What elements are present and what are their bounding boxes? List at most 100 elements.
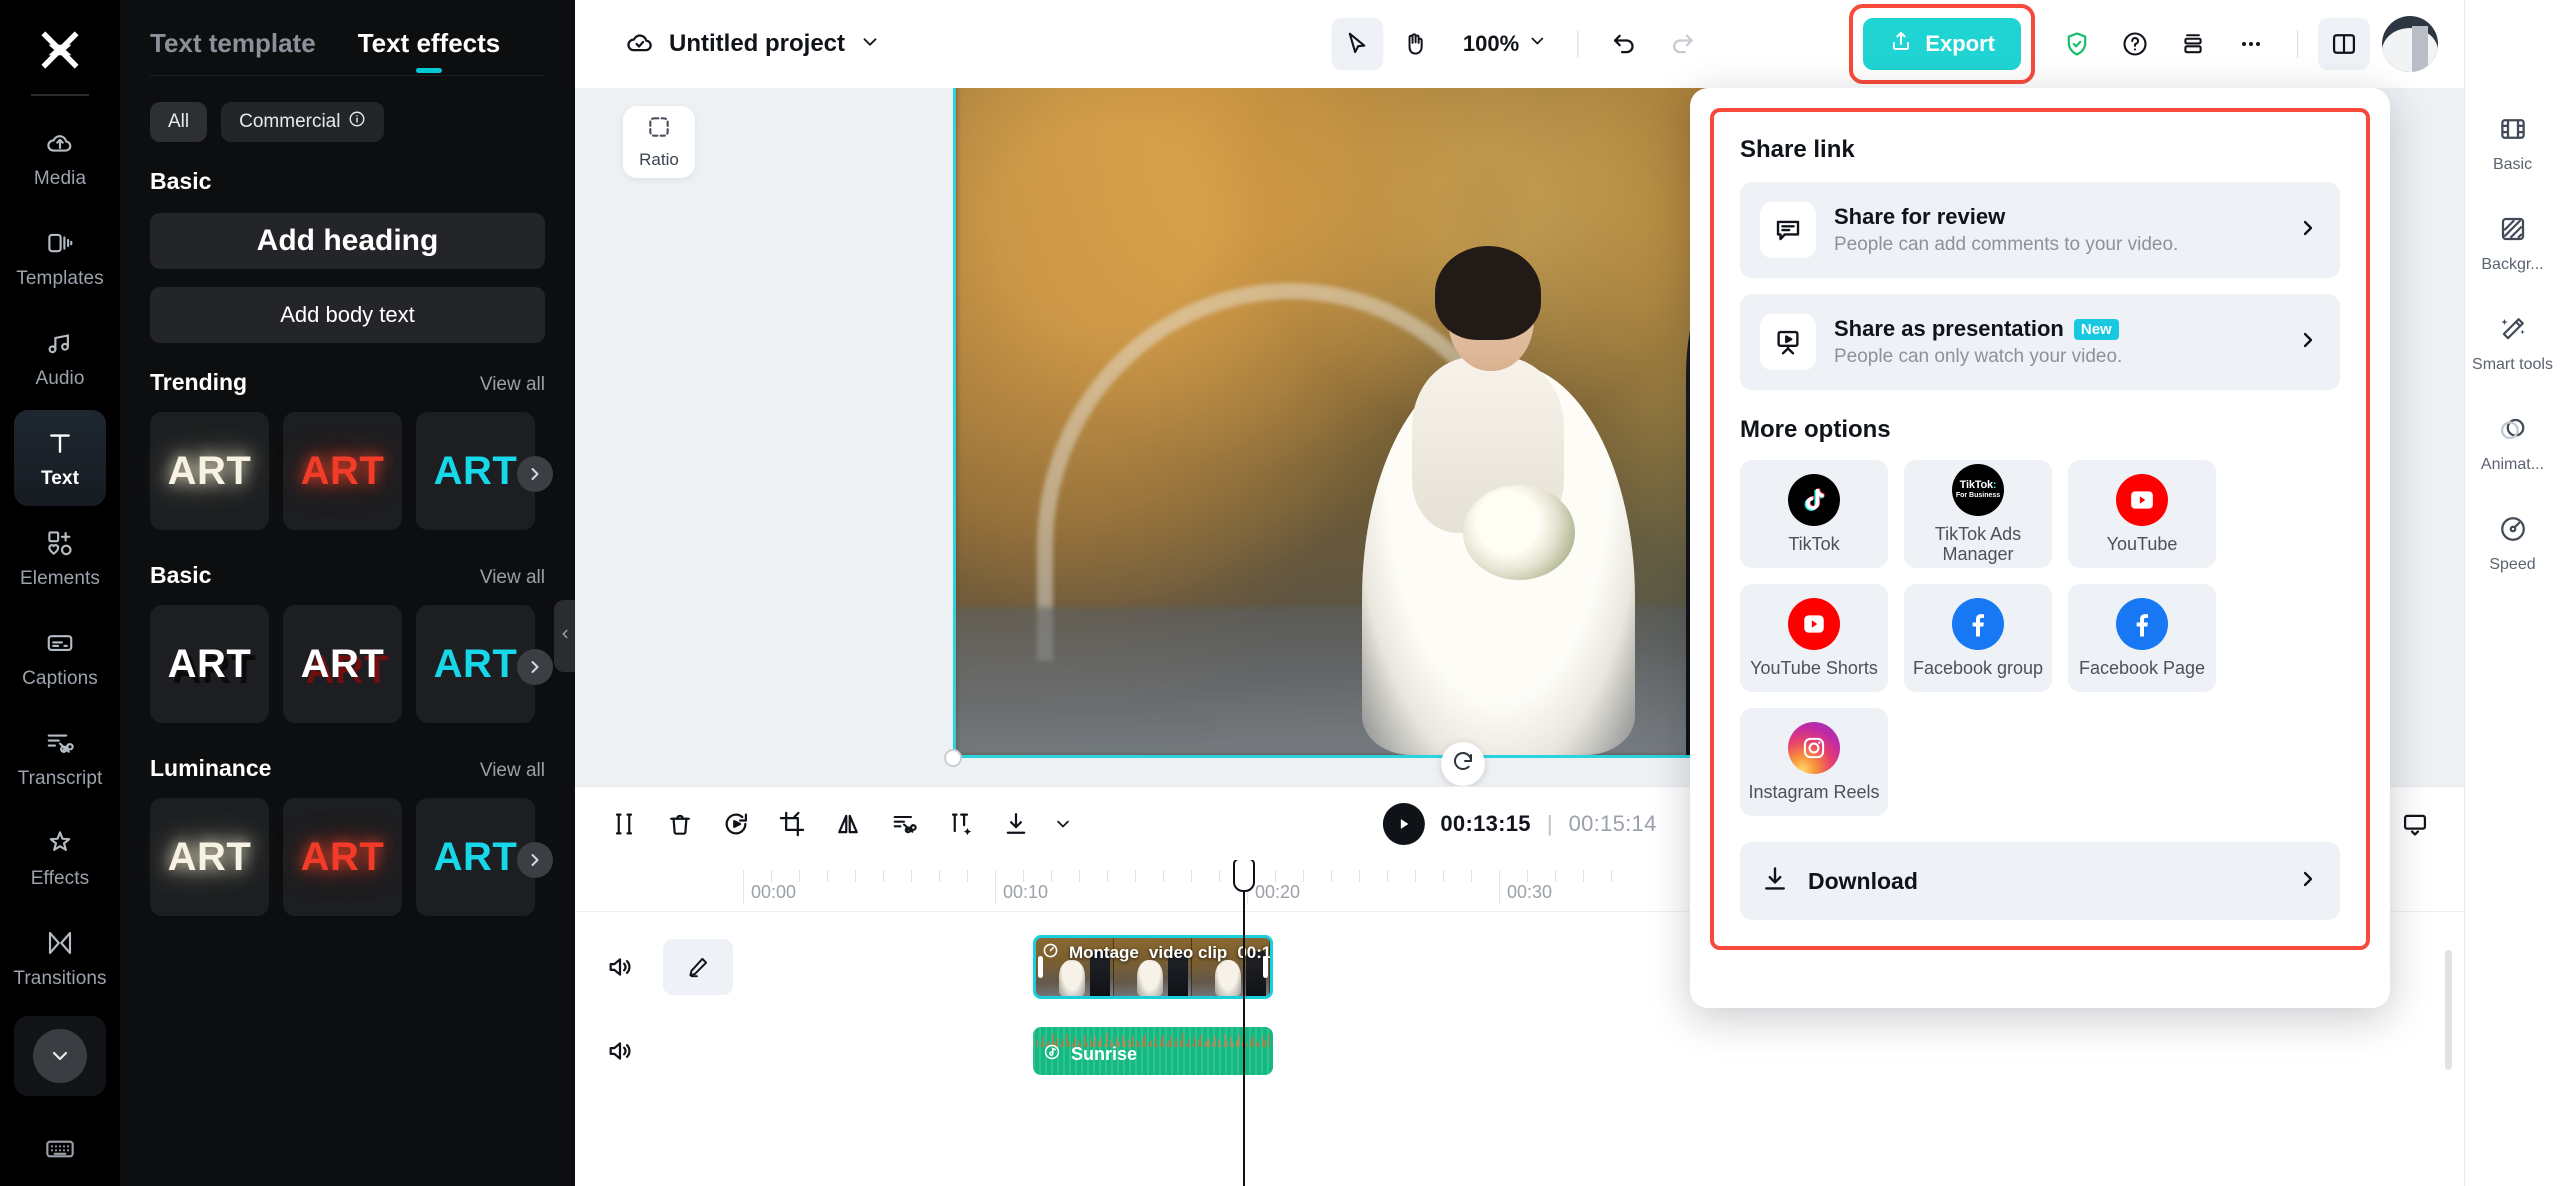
share-tile-instagram-reels[interactable]: Instagram Reels	[1740, 708, 1888, 816]
sidebar-more-button[interactable]	[14, 1016, 106, 1096]
chevron-down-icon	[859, 31, 881, 58]
share-tile-youtube[interactable]: YouTube	[2068, 460, 2216, 568]
speaker-icon[interactable]	[597, 953, 643, 981]
share-tile-facebook-group[interactable]: Facebook group	[1904, 584, 2052, 692]
resize-handle-bottom-left[interactable]	[944, 749, 962, 767]
delete-trash-icon[interactable]	[657, 801, 703, 847]
sidebar-item-captions[interactable]: Captions	[14, 610, 106, 706]
sidebar-item-audio[interactable]: Audio	[14, 310, 106, 406]
facebook-icon	[2116, 597, 2168, 650]
film-strip-icon	[2498, 114, 2528, 149]
chevron-right-icon[interactable]	[517, 456, 553, 492]
timeline-scrollbar[interactable]	[2445, 950, 2452, 1070]
right-tool-speed[interactable]: Speed	[2470, 496, 2556, 592]
share-as-presentation-row[interactable]: Share as presentation New People can onl…	[1740, 294, 2340, 390]
share-tiles-grid: TikTok TikTok: For Business TikTok Ads M…	[1740, 460, 2340, 816]
effect-card[interactable]: ART	[283, 798, 402, 916]
freeze-frame-icon[interactable]	[937, 801, 983, 847]
tab-text-effects[interactable]: Text effects	[358, 28, 501, 75]
clip-label: Sunrise	[1043, 1043, 1137, 1066]
playhead[interactable]	[1233, 860, 1255, 1186]
share-tile-facebook-page[interactable]: Facebook Page	[2068, 584, 2216, 692]
playhead-knob[interactable]	[1233, 860, 1255, 892]
effect-card[interactable]: ART	[150, 798, 269, 916]
timeline-right-controls	[2392, 801, 2438, 847]
sidebar-item-transcript[interactable]: Transcript	[14, 710, 106, 806]
avatar[interactable]	[2382, 16, 2438, 72]
ratio-button[interactable]: Ratio	[623, 106, 695, 178]
keyboard-shortcuts-button[interactable]	[0, 1133, 120, 1170]
preview-screen-icon[interactable]	[2392, 801, 2438, 847]
effect-card[interactable]: ART	[150, 412, 269, 530]
chevron-right-icon[interactable]	[517, 842, 553, 878]
right-tool-animation[interactable]: Animat...	[2470, 396, 2556, 492]
share-for-review-row[interactable]: Share for review People can add comments…	[1740, 182, 2340, 278]
share-tile-youtube-shorts[interactable]: YouTube Shorts	[1740, 584, 1888, 692]
right-tool-background[interactable]: Backgr...	[2470, 196, 2556, 292]
effect-card[interactable]: ART	[150, 605, 269, 723]
right-tool-smart-tools[interactable]: Smart tools	[2470, 296, 2556, 392]
play-button[interactable]	[1382, 802, 1425, 845]
filter-chips: All Commercial	[120, 76, 575, 142]
sidebar-item-templates[interactable]: Templates	[14, 210, 106, 306]
filter-chip-commercial[interactable]: Commercial	[221, 102, 385, 142]
split-panel-button[interactable]	[2318, 18, 2370, 70]
share-tile-tiktok[interactable]: TikTok	[1740, 460, 1888, 568]
cut-scissors-icon[interactable]	[881, 801, 927, 847]
effect-card[interactable]: ART	[283, 605, 402, 723]
rotate-button[interactable]	[1441, 742, 1485, 786]
more-options-button[interactable]	[2225, 18, 2277, 70]
layers-button[interactable]	[2167, 18, 2219, 70]
clip-name: Sunrise	[1071, 1044, 1138, 1064]
chevron-right-icon[interactable]	[517, 649, 553, 685]
timeline-clip-audio[interactable]: Sunrise	[1033, 1027, 1273, 1075]
right-tool-basic[interactable]: Basic	[2470, 96, 2556, 192]
sidebar-item-media[interactable]: Media	[14, 110, 106, 206]
view-all-link[interactable]: View all	[480, 760, 545, 782]
top-right-actions: Export	[1849, 4, 2438, 84]
effect-card-text: ART	[167, 834, 252, 879]
ruler-label: 00:20	[1255, 882, 1301, 902]
effect-card-text: ART	[433, 834, 518, 879]
mirror-flip-icon[interactable]	[825, 801, 871, 847]
sidebar-item-transitions[interactable]: Transitions	[13, 910, 107, 1006]
redo-button[interactable]	[1656, 18, 1708, 70]
sidebar-item-effects[interactable]: Effects	[14, 810, 106, 906]
speaker-icon[interactable]	[597, 1037, 643, 1065]
left-nav-rail: Media Templates Audio Text Elements Capt…	[0, 0, 120, 1186]
add-heading-button[interactable]: Add heading	[150, 213, 545, 269]
download-options-chevron[interactable]	[1049, 801, 1077, 847]
project-title-button[interactable]: Untitled project	[625, 27, 881, 62]
tab-text-template[interactable]: Text template	[150, 28, 316, 75]
export-highlight-box: Export	[1849, 4, 2035, 84]
help-button[interactable]	[2109, 18, 2161, 70]
export-button[interactable]: Export	[1863, 18, 2021, 70]
share-row-subtitle: People can only watch your video.	[1834, 346, 2123, 367]
split-icon[interactable]	[601, 801, 647, 847]
share-tile-tiktok-ads-manager[interactable]: TikTok: For Business TikTok Ads Manager	[1904, 460, 2052, 568]
share-row-text: Share as presentation New People can onl…	[1834, 316, 2296, 368]
capcut-logo-icon[interactable]	[32, 22, 88, 78]
sidebar-item-elements[interactable]: Elements	[14, 510, 106, 606]
timeline-clip-video[interactable]: Montage video clip 00:15:14	[1033, 935, 1273, 999]
download-icon[interactable]	[993, 801, 1039, 847]
shield-check-icon[interactable]	[2051, 18, 2103, 70]
pencil-edit-icon[interactable]	[663, 939, 733, 995]
crop-icon[interactable]	[769, 801, 815, 847]
sidebar-item-text[interactable]: Text	[14, 410, 106, 506]
view-all-link[interactable]: View all	[480, 567, 545, 589]
select-tool-button[interactable]	[1330, 18, 1383, 70]
view-all-link[interactable]: View all	[480, 374, 545, 396]
reverse-icon[interactable]	[713, 801, 759, 847]
hand-tool-button[interactable]	[1389, 18, 1441, 70]
music-disc-icon	[1043, 1043, 1061, 1066]
download-row[interactable]: Download	[1740, 842, 2340, 920]
zoom-level-select[interactable]: 100%	[1447, 31, 1557, 57]
sidebar-item-label: Captions	[22, 668, 98, 689]
filter-chip-all[interactable]: All	[150, 102, 208, 142]
text-t-icon	[43, 426, 77, 460]
undo-button[interactable]	[1598, 18, 1650, 70]
effect-card[interactable]: ART	[283, 412, 402, 530]
add-body-text-button[interactable]: Add body text	[150, 287, 545, 343]
panel-collapse-handle[interactable]	[554, 600, 575, 672]
